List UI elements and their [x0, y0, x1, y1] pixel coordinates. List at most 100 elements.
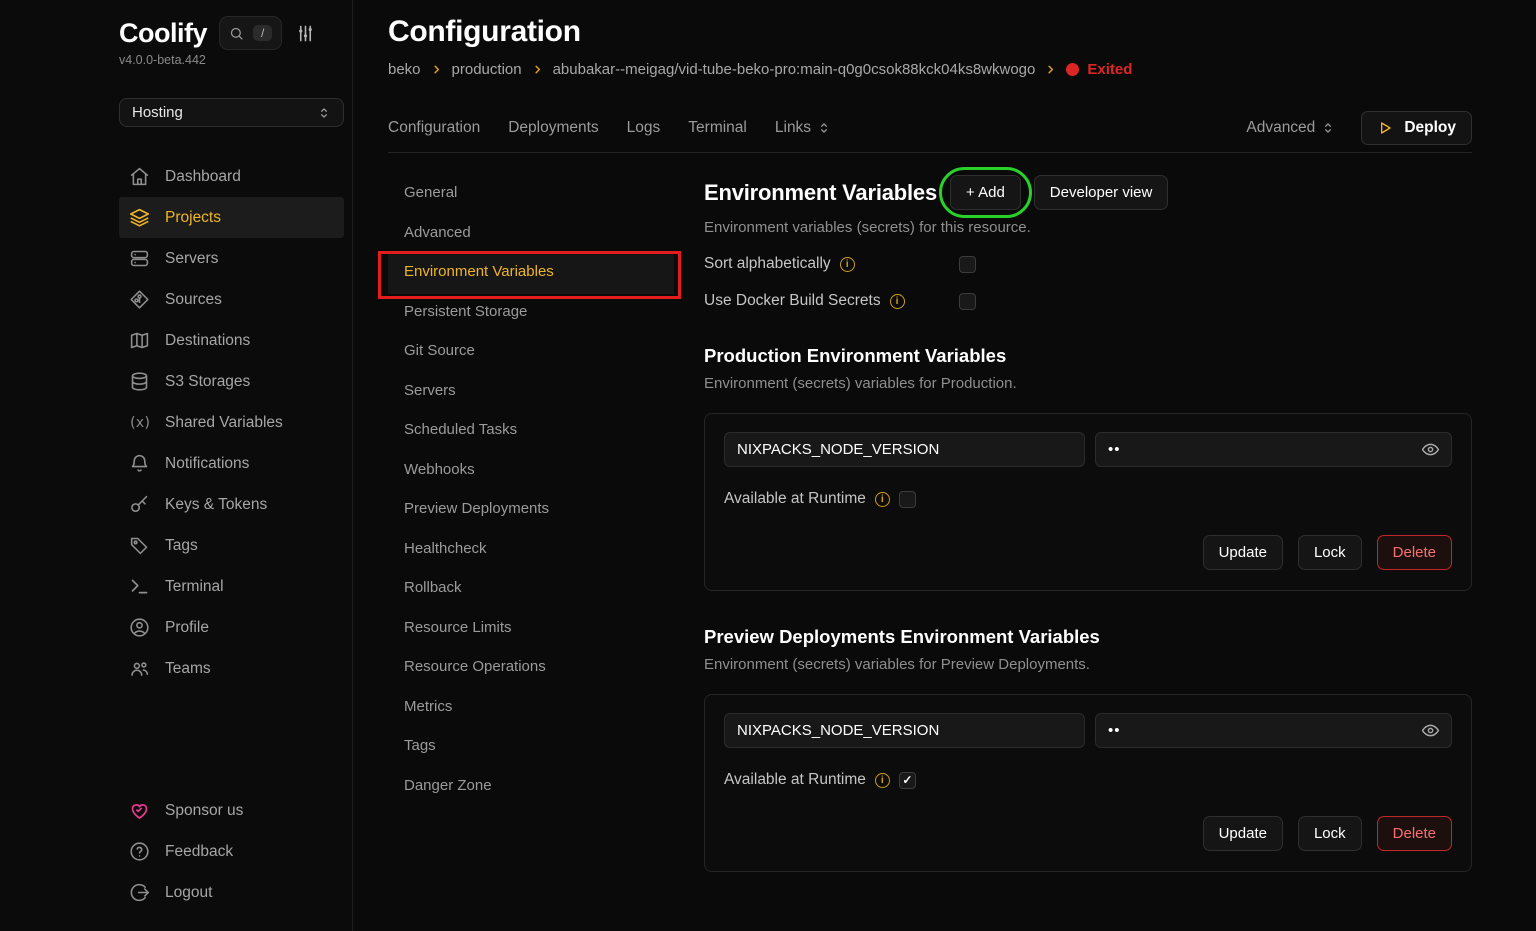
subnav-item-advanced[interactable]: Advanced — [388, 215, 674, 255]
subnav-item-healthcheck[interactable]: Healthcheck — [388, 531, 674, 571]
terminal-icon — [129, 576, 150, 597]
sidebar: Coolify / v4.0.0-beta.442 Hosting Dashbo… — [0, 0, 353, 931]
info-icon[interactable] — [890, 294, 905, 309]
tab-links[interactable]: Links — [775, 119, 831, 137]
sidebar-item-sources[interactable]: Sources — [119, 279, 344, 320]
available-at-runtime-row: Available at Runtime ✓ — [724, 490, 1452, 508]
available-at-runtime-label: Available at Runtime — [724, 771, 866, 789]
sidebar-item-sponsor-us[interactable]: Sponsor us — [119, 790, 344, 831]
deploy-button[interactable]: Deploy — [1361, 111, 1472, 145]
sidebar-item-label: S3 Storages — [165, 373, 250, 391]
update-button[interactable]: Update — [1203, 535, 1283, 570]
sort-alphabetically-row: Sort alphabetically ✓ — [704, 255, 1472, 273]
subnav-item-resource-operations[interactable]: Resource Operations — [388, 649, 674, 689]
add-button[interactable]: + Add — [950, 175, 1021, 210]
sidebar-item-label: Teams — [165, 660, 211, 678]
breadcrumb-resource[interactable]: abubakar--meigag/vid-tube-beko-pro:main-… — [553, 61, 1036, 78]
env-key-input[interactable] — [724, 432, 1085, 467]
sidebar-item-terminal[interactable]: Terminal — [119, 566, 344, 607]
subnav-item-servers[interactable]: Servers — [388, 373, 674, 413]
breadcrumb-team[interactable]: beko — [388, 61, 421, 78]
sidebar-item-destinations[interactable]: Destinations — [119, 320, 344, 361]
sidebar-item-projects[interactable]: Projects — [119, 197, 344, 238]
sidebar-item-label: Dashboard — [165, 168, 241, 186]
sidebar-item-teams[interactable]: Teams — [119, 648, 344, 689]
search-button[interactable]: / — [219, 16, 282, 50]
breadcrumb: beko production abubakar--meigag/vid-tub… — [388, 61, 1472, 78]
sidebar-item-keys-tokens[interactable]: Keys & Tokens — [119, 484, 344, 525]
sidebar-item-label: Sources — [165, 291, 222, 309]
available-at-runtime-label: Available at Runtime — [724, 490, 866, 508]
sidebar-item-label: Tags — [165, 537, 198, 555]
docker-build-secrets-row: Use Docker Build Secrets ✓ — [704, 292, 1472, 310]
chevrons-up-down-icon — [317, 106, 331, 120]
info-icon[interactable] — [840, 257, 855, 272]
tab-terminal[interactable]: Terminal — [688, 119, 747, 137]
status-text: Exited — [1087, 61, 1132, 78]
breadcrumb-environment[interactable]: production — [452, 61, 522, 78]
subnav-item-tags[interactable]: Tags — [388, 728, 674, 768]
sidebar-item-profile[interactable]: Profile — [119, 607, 344, 648]
bell-icon — [129, 453, 150, 474]
lock-button[interactable]: Lock — [1298, 535, 1362, 570]
sidebar-item-notifications[interactable]: Notifications — [119, 443, 344, 484]
sidebar-item-label: Terminal — [165, 578, 224, 596]
env-value-input[interactable] — [1095, 432, 1452, 467]
reveal-value-button[interactable] — [1421, 440, 1440, 459]
sort-alphabetically-checkbox[interactable]: ✓ — [959, 256, 976, 273]
runtime-checkbox-0[interactable]: ✓ — [899, 491, 916, 508]
subnav-item-rollback[interactable]: Rollback — [388, 570, 674, 610]
delete-button[interactable]: Delete — [1377, 535, 1452, 570]
subnav-item-metrics[interactable]: Metrics — [388, 689, 674, 729]
subnav-item-environment-variables[interactable]: Environment Variables — [388, 254, 674, 294]
subnav-item-general[interactable]: General — [388, 175, 674, 215]
sidebar-item-servers[interactable]: Servers — [119, 238, 344, 279]
chevron-right-icon — [1045, 64, 1056, 75]
tab-logs[interactable]: Logs — [627, 119, 661, 137]
docker-build-secrets-checkbox[interactable]: ✓ — [959, 293, 976, 310]
update-button[interactable]: Update — [1203, 816, 1283, 851]
env-key-input[interactable] — [724, 713, 1085, 748]
team-selector[interactable]: Hosting — [119, 98, 344, 127]
subnav-item-danger-zone[interactable]: Danger Zone — [388, 768, 674, 808]
lock-button[interactable]: Lock — [1298, 816, 1362, 851]
key-icon — [129, 494, 150, 515]
preview-section-subtitle: Environment (secrets) variables for Prev… — [704, 656, 1472, 673]
subnav-item-resource-limits[interactable]: Resource Limits — [388, 610, 674, 650]
settings-sliders-button[interactable] — [296, 24, 315, 43]
info-icon[interactable] — [875, 492, 890, 507]
tab-deployments[interactable]: Deployments — [508, 119, 598, 137]
subnav-item-persistent-storage[interactable]: Persistent Storage — [388, 294, 674, 334]
sidebar-nav: Dashboard Projects Servers Sources Desti… — [119, 156, 344, 689]
info-icon[interactable] — [875, 773, 890, 788]
deploy-button-label: Deploy — [1404, 119, 1456, 137]
delete-button[interactable]: Delete — [1377, 816, 1452, 851]
runtime-checkbox-1[interactable]: ✓ — [899, 772, 916, 789]
app-logo: Coolify — [119, 18, 207, 49]
env-value-input[interactable] — [1095, 713, 1452, 748]
docker-build-secrets-label: Use Docker Build Secrets — [704, 292, 881, 310]
subnav-item-preview-deployments[interactable]: Preview Deployments — [388, 491, 674, 531]
sidebar-item-feedback[interactable]: Feedback — [119, 831, 344, 872]
status-badge: Exited — [1066, 61, 1132, 78]
subnav-item-git-source[interactable]: Git Source — [388, 333, 674, 373]
chevron-right-icon — [431, 64, 442, 75]
developer-view-button[interactable]: Developer view — [1034, 175, 1169, 210]
sidebar-item-logout[interactable]: Logout — [119, 872, 344, 913]
sidebar-footer: Sponsor us Feedback Logout — [119, 790, 344, 913]
subnav-item-webhooks[interactable]: Webhooks — [388, 452, 674, 492]
tabs-divider — [388, 152, 1472, 153]
tab-configuration[interactable]: Configuration — [388, 119, 480, 137]
sidebar-item-label: Sponsor us — [165, 802, 243, 820]
advanced-dropdown[interactable]: Advanced — [1246, 119, 1335, 137]
layers-icon — [129, 207, 150, 228]
sidebar-item-tags[interactable]: Tags — [119, 525, 344, 566]
reveal-value-button[interactable] — [1421, 721, 1440, 740]
subnav-item-scheduled-tasks[interactable]: Scheduled Tasks — [388, 412, 674, 452]
advanced-dropdown-label: Advanced — [1246, 119, 1315, 137]
sidebar-item-label: Shared Variables — [165, 414, 283, 432]
sidebar-item-dashboard[interactable]: Dashboard — [119, 156, 344, 197]
sidebar-item-shared-variables[interactable]: (x) Shared Variables — [119, 402, 344, 443]
sidebar-item-s3-storages[interactable]: S3 Storages — [119, 361, 344, 402]
sidebar-item-label: Logout — [165, 884, 212, 902]
